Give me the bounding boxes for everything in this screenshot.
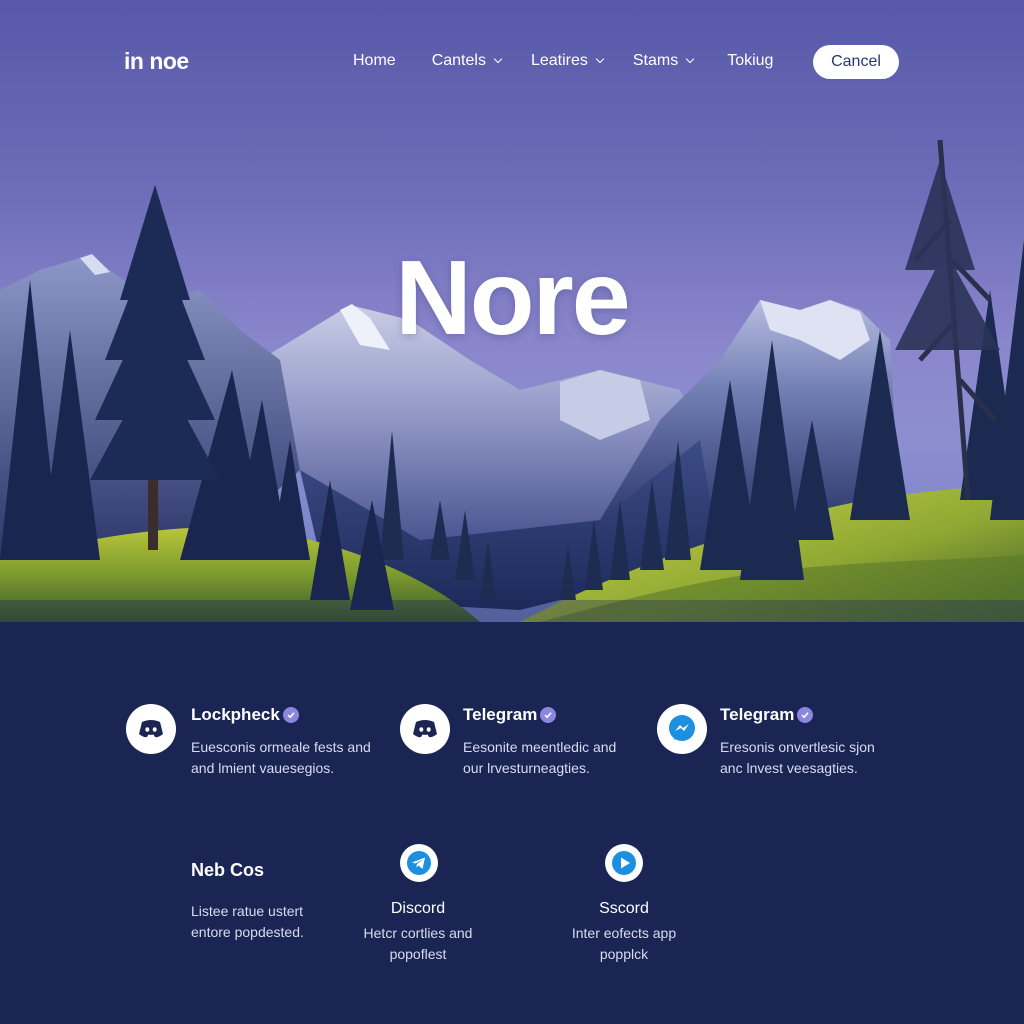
feature-1-title: Lockpheck xyxy=(191,705,280,724)
bottom-2-description: Hetcr cortlies and popoflest xyxy=(343,923,493,965)
feature-title-telegram-2: Telegram xyxy=(720,705,814,725)
bottom-title-discord: Discord xyxy=(390,900,446,917)
nav-cantels-label: Cantels xyxy=(431,52,486,69)
nav-stams-dropdown[interactable]: Stams xyxy=(632,52,695,70)
verified-check-icon xyxy=(282,707,299,723)
discord-icon[interactable] xyxy=(400,704,450,754)
hero-title: Nore xyxy=(395,239,631,357)
bottom-1-line-1: Listee ratue ustert xyxy=(191,903,304,919)
telegram-icon[interactable] xyxy=(400,844,438,882)
cancel-button[interactable]: Cancel xyxy=(813,45,899,79)
hero-section: in noe Home Cantels Leatires Stams Tokiu… xyxy=(0,0,1024,622)
feature-3-line-2: anc lnvest veesagties. xyxy=(720,760,858,776)
nav-home-label: Home xyxy=(353,52,396,69)
feature-title-lockpheck: Lockpheck xyxy=(191,705,299,725)
verified-check-icon xyxy=(797,707,814,723)
feature-2-description: Eesonite meentledic and our lrvesturneag… xyxy=(463,737,616,779)
bottom-3-line-2: popplck xyxy=(599,946,649,962)
nav-tokiug[interactable]: Tokiug xyxy=(727,52,773,70)
bottom-title-neb-cos: Neb Cos xyxy=(191,860,265,880)
feature-3-line-1: Eresonis onvertlesic sjon xyxy=(720,739,875,755)
feature-1-line-1: Euesconis ormeale fests and xyxy=(191,739,371,755)
chevron-down-icon xyxy=(595,54,605,64)
logo[interactable]: in noe xyxy=(124,48,189,75)
messenger-icon[interactable] xyxy=(657,704,707,754)
chevron-down-icon xyxy=(685,54,695,64)
feature-2-title: Telegram xyxy=(463,705,538,724)
nav-links: Home Cantels Leatires Stams Tokiug xyxy=(353,52,773,70)
nav-tokiug-label: Tokiug xyxy=(727,52,774,69)
bottom-title-sscord: Sscord xyxy=(599,900,649,917)
bottom-3-description: Inter eofects app popplck xyxy=(549,923,699,965)
chevron-down-icon xyxy=(493,54,503,64)
feature-1-description: Euesconis ormeale fests and and lmient v… xyxy=(191,737,371,779)
bottom-1-description: Listee ratue ustert entore popdested. xyxy=(191,901,304,943)
nav-cantels-dropdown[interactable]: Cantels xyxy=(431,52,503,70)
feature-1-line-2: and lmient vauesegios. xyxy=(191,760,335,776)
bottom-2-line-1: Hetcr cortlies and xyxy=(363,925,473,941)
feature-3-description: Eresonis onvertlesic sjon anc lnvest vee… xyxy=(720,737,875,779)
bottom-1-line-2: entore popdested. xyxy=(191,924,304,940)
play-icon[interactable] xyxy=(605,844,643,882)
bottom-3-line-1: Inter eofects app xyxy=(571,925,677,941)
feature-2-line-1: Eesonite meentledic and xyxy=(463,739,617,755)
top-nav: in noe Home Cantels Leatires Stams Tokiu… xyxy=(0,0,1024,124)
nav-leatires-label: Leatires xyxy=(530,52,588,69)
feature-3-title: Telegram xyxy=(720,705,795,724)
feature-title-telegram: Telegram xyxy=(463,705,557,725)
verified-check-icon xyxy=(540,707,557,723)
feature-2-line-2: our lrvesturneagties. xyxy=(463,760,590,776)
bottom-2-line-2: popoflest xyxy=(389,946,447,962)
discord-icon[interactable] xyxy=(126,704,176,754)
nav-stams-label: Stams xyxy=(632,52,679,69)
nav-home[interactable]: Home xyxy=(353,52,396,70)
nav-leatires-dropdown[interactable]: Leatires xyxy=(530,52,605,70)
